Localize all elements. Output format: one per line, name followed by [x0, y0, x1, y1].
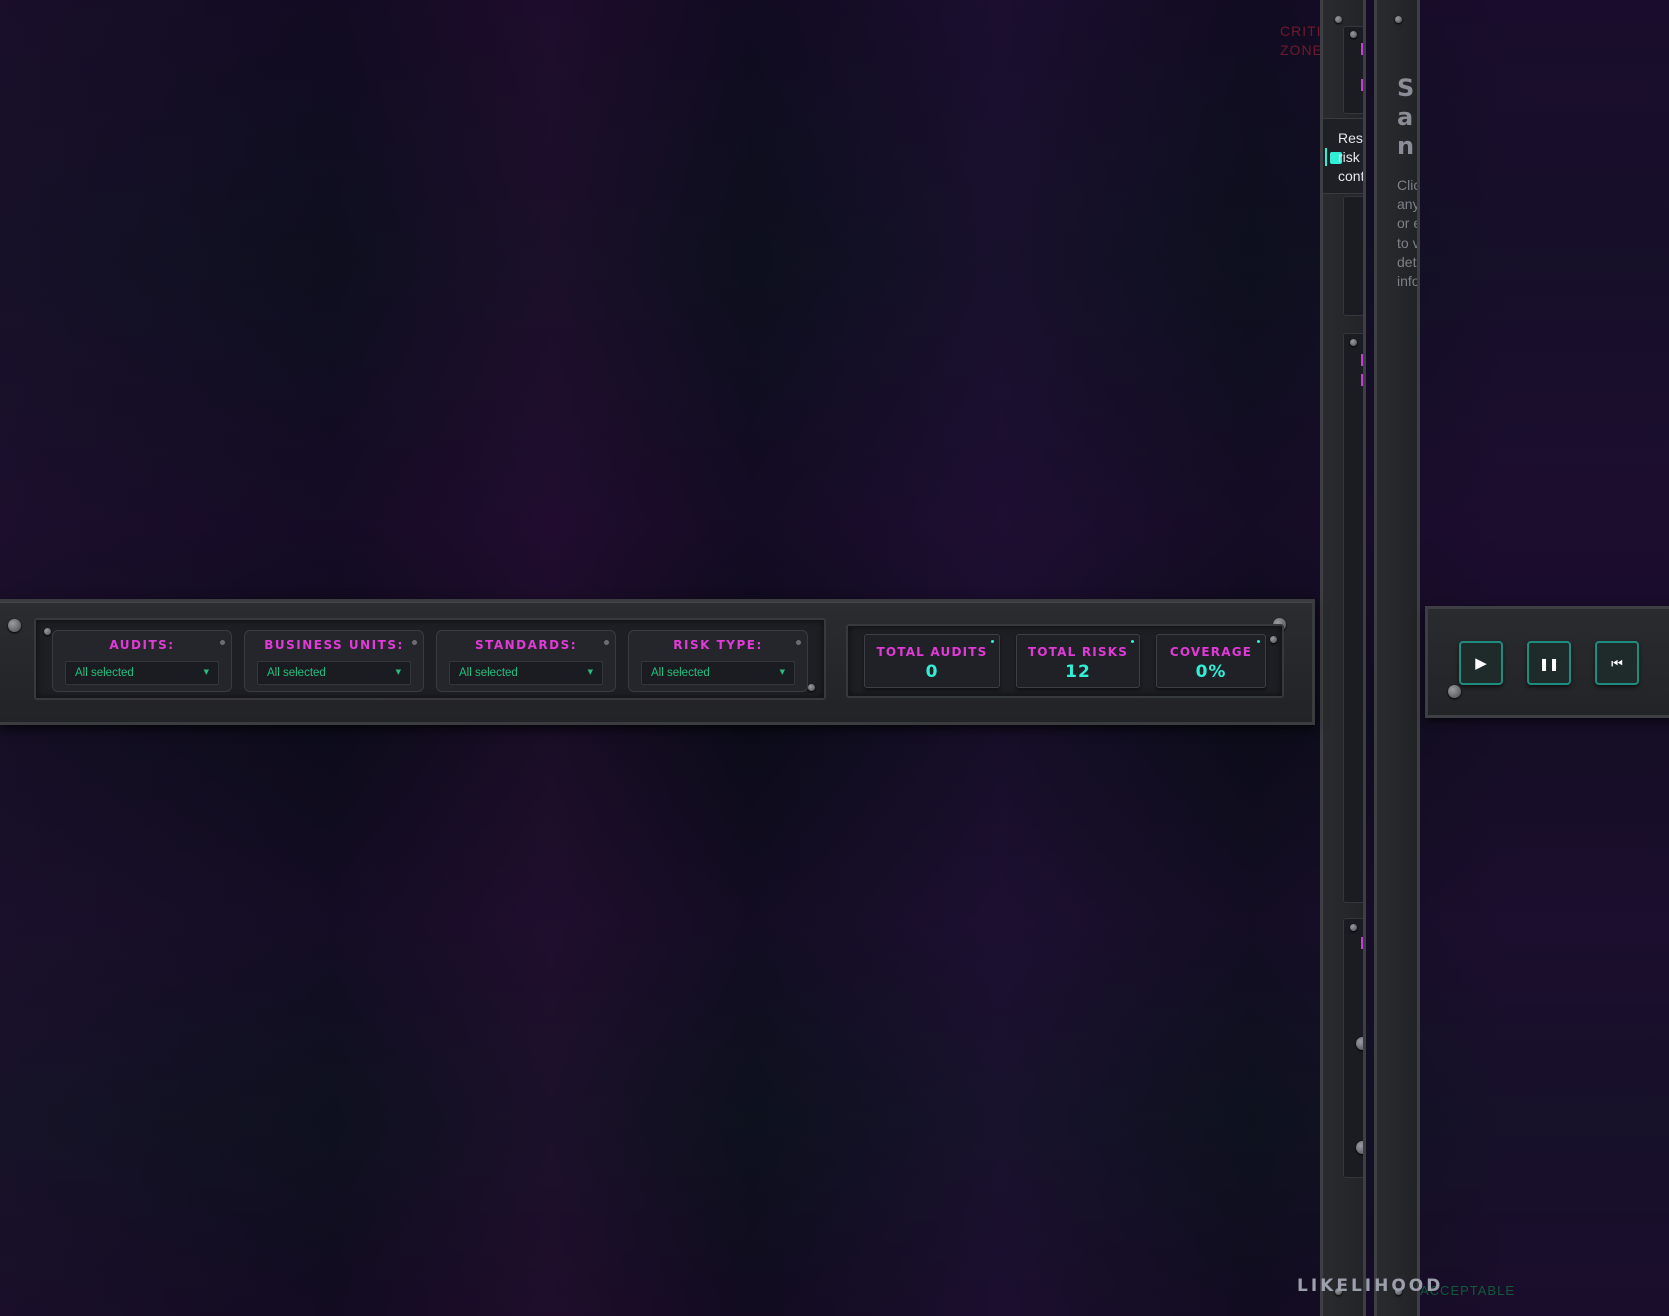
slider-knob[interactable] — [1356, 1037, 1363, 1050]
legend-bar — [1361, 374, 1363, 386]
filter-label: BUSINESS UNITS: — [264, 638, 404, 652]
stat-label: TOTAL RISKS — [1027, 645, 1129, 659]
rivet — [1395, 16, 1402, 23]
legend-column: Residual risk control — [1320, 0, 1366, 1316]
rivet — [1270, 636, 1277, 643]
filter-label: RISK TYPE: — [673, 638, 763, 652]
select-value: All selected — [267, 667, 326, 679]
chevron-down-icon: ▼ — [779, 668, 785, 676]
residual-label: Residual risk control — [1338, 130, 1366, 184]
legend-slot — [1343, 333, 1363, 903]
stat-value: 0% — [1195, 662, 1227, 682]
filter-business-units: BUSINESS UNITS: All selected ▼ — [244, 630, 424, 692]
stat-dot — [1257, 640, 1260, 643]
stat-label: COVERAGE — [1169, 645, 1253, 659]
stat-value: 12 — [1065, 662, 1091, 682]
standards-select[interactable]: All selected ▼ — [449, 661, 603, 685]
legend-slot — [1343, 196, 1363, 316]
filter-label: STANDARDS: — [474, 638, 578, 652]
filters-group: AUDITS: All selected ▼ BUSINESS UNITS: A… — [34, 618, 826, 700]
stat-value: 0 — [925, 662, 939, 682]
business-units-select[interactable]: All selected ▼ — [257, 661, 411, 685]
rivet — [1448, 685, 1461, 698]
filter-standards: STANDARDS: All selected ▼ — [436, 630, 616, 692]
details-body: Click on any risk or entity to view deta… — [1397, 177, 1420, 290]
legend-slot — [1343, 918, 1363, 1178]
stats-group: TOTAL AUDITS 0 TOTAL RISKS 12 COVERAGE 0… — [846, 624, 1284, 698]
risk-type-select[interactable]: All selected ▼ — [641, 661, 795, 685]
stat-coverage: COVERAGE 0% — [1156, 634, 1266, 688]
stat-total-risks: TOTAL RISKS 12 — [1016, 634, 1140, 688]
play-icon: ▶ — [1475, 654, 1487, 672]
residual-indicator — [1325, 148, 1327, 166]
filter-audits: AUDITS: All selected ▼ — [52, 630, 232, 692]
residual-legend-item[interactable]: Residual risk control — [1323, 118, 1366, 194]
legend-bar — [1361, 354, 1363, 366]
chevron-down-icon: ▼ — [587, 668, 593, 676]
audits-select[interactable]: All selected ▼ — [65, 661, 219, 685]
legend-slot — [1343, 26, 1363, 114]
rivet — [1350, 31, 1357, 38]
rivet — [1350, 339, 1357, 346]
select-value: All selected — [459, 667, 518, 679]
filter-risk-type: RISK TYPE: All selected ▼ — [628, 630, 808, 692]
chevron-down-icon: ▼ — [395, 668, 401, 676]
pause-icon: ❚❚ — [1538, 657, 1560, 671]
stat-dot — [991, 640, 994, 643]
legend-bar — [1361, 43, 1363, 55]
play-button[interactable]: ▶ — [1459, 641, 1503, 685]
details-panel: Select a node Click on any risk or entit… — [1374, 0, 1420, 1316]
rivet — [8, 619, 21, 632]
legend-bar — [1361, 79, 1363, 91]
chevron-down-icon: ▼ — [203, 668, 209, 676]
slider-knob[interactable] — [1356, 1141, 1363, 1154]
filter-label: AUDITS: — [109, 638, 175, 652]
filter-bar: AUDITS: All selected ▼ BUSINESS UNITS: A… — [0, 599, 1315, 725]
rivet — [808, 684, 815, 691]
stat-dot — [1131, 640, 1134, 643]
legend-bar — [1361, 937, 1363, 949]
likelihood-axis-label: LIKELIHOOD — [1297, 1276, 1444, 1296]
stat-label: TOTAL AUDITS — [876, 645, 988, 659]
select-value: All selected — [651, 667, 710, 679]
rewind-button[interactable]: ⏮ — [1595, 641, 1639, 685]
pause-button[interactable]: ❚❚ — [1527, 641, 1571, 685]
rivet — [44, 628, 51, 635]
rewind-icon: ⏮ — [1611, 657, 1623, 672]
playback-panel: ▶ ❚❚ ⏮ — [1425, 606, 1669, 718]
rivet — [1350, 924, 1357, 931]
rivet — [1335, 16, 1342, 23]
stat-total-audits: TOTAL AUDITS 0 — [864, 634, 1000, 688]
select-value: All selected — [75, 667, 134, 679]
details-title: Select a node — [1397, 74, 1417, 160]
